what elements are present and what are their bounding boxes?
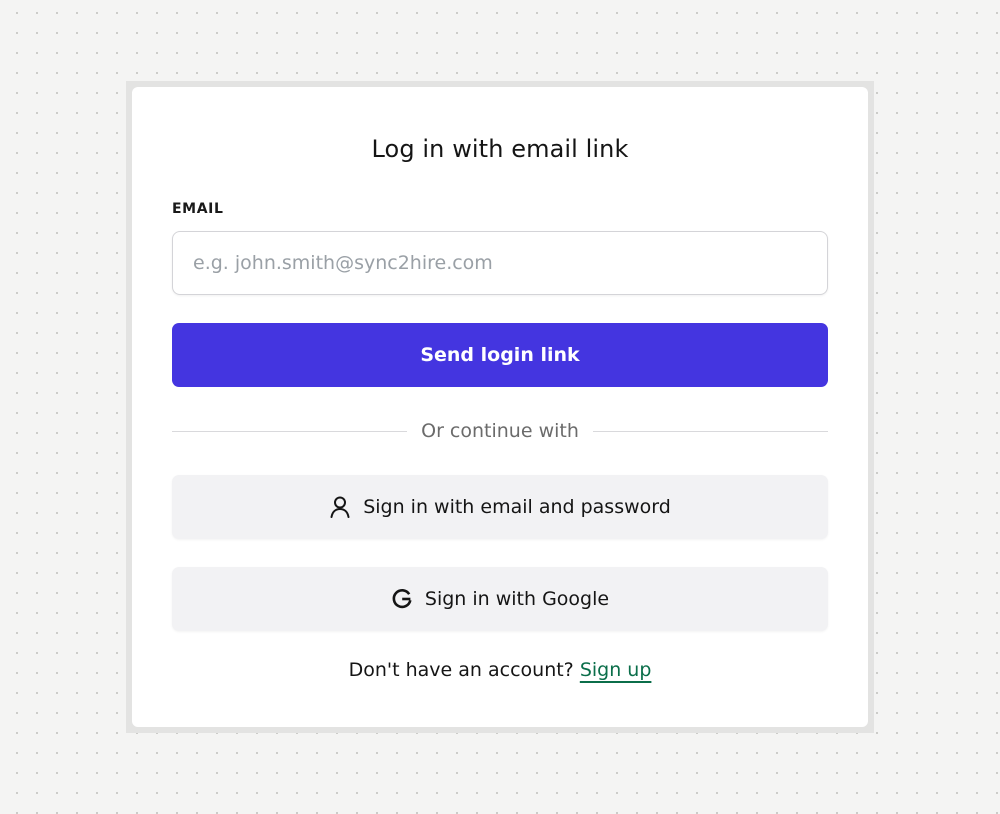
google-icon	[391, 588, 413, 610]
page-title: Log in with email link	[371, 135, 629, 163]
email-label: EMAIL	[172, 201, 224, 217]
user-icon	[329, 496, 351, 518]
login-card: Log in with email link EMAIL Send login …	[132, 87, 868, 727]
sign-up-link[interactable]: Sign up	[580, 659, 652, 681]
sign-in-email-password-button[interactable]: Sign in with email and password	[172, 475, 828, 539]
sign-in-google-label: Sign in with Google	[424, 588, 610, 610]
or-continue-divider: Or continue with	[172, 417, 828, 445]
signup-prompt: Don't have an account?	[348, 659, 574, 681]
sign-in-google-button[interactable]: Sign in with Google	[172, 567, 828, 631]
divider-text: Or continue with	[421, 420, 579, 442]
send-login-link-button[interactable]: Send login link	[172, 323, 828, 387]
sign-in-email-password-label: Sign in with email and password	[363, 496, 671, 518]
divider-line-left	[172, 430, 408, 432]
divider-line-right	[592, 430, 828, 432]
signup-prompt-line: Don't have an account? Sign up	[132, 659, 868, 681]
email-field[interactable]	[172, 231, 828, 295]
login-card-frame: Log in with email link EMAIL Send login …	[126, 81, 874, 733]
